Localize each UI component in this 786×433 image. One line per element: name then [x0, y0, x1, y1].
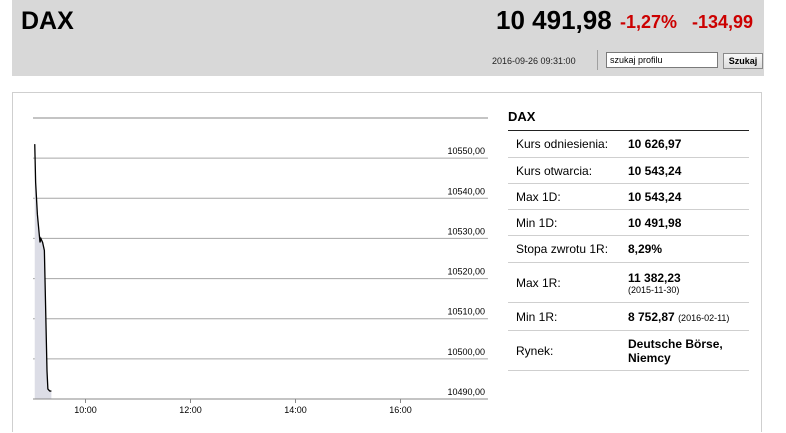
current-price: 10 491,98 — [496, 5, 612, 35]
info-value: 10 491,98 — [628, 209, 749, 236]
header-divider — [597, 50, 598, 70]
info-label: Rynek: — [508, 330, 628, 371]
y-tick-label: 10540,00 — [447, 186, 485, 196]
info-value: Deutsche Börse, — [628, 336, 723, 351]
price-area — [34, 144, 52, 399]
info-label: Stopa zwrotu 1R: — [508, 235, 628, 263]
info-value-cell: Deutsche Börse, Niemcy — [628, 330, 749, 371]
info-value-cell: 8 752,87 (2016-02-11) — [628, 302, 749, 331]
info-row-market: Rynek: Deutsche Börse, Niemcy — [508, 330, 749, 371]
info-value: 10 626,97 — [628, 130, 749, 158]
info-title: DAX — [508, 109, 536, 124]
x-tick-label: 10:00 — [74, 405, 97, 415]
info-value-line2: Niemcy — [628, 350, 671, 365]
info-label: Max 1D: — [508, 183, 628, 210]
change-percent: -1,27% — [620, 12, 678, 32]
info-row-min-1d: Min 1D: 10 491,98 — [508, 209, 749, 236]
info-label: Min 1D: — [508, 209, 628, 236]
x-tick-label: 14:00 — [284, 405, 307, 415]
quote-timestamp: 2016-09-26 09:31:00 — [492, 56, 576, 66]
info-row-min-1r: Min 1R: 8 752,87 (2016-02-11) — [508, 302, 749, 331]
info-value: 8,29% — [628, 235, 749, 263]
y-tick-label: 10510,00 — [447, 307, 485, 317]
info-label: Min 1R: — [508, 302, 628, 331]
info-value: 8 752,87 — [628, 309, 675, 324]
y-tick-label: 10520,00 — [447, 267, 485, 277]
y-tick-label: 10530,00 — [447, 226, 485, 236]
info-row-open: Kurs otwarcia: 10 543,24 — [508, 157, 749, 184]
profile-search-input[interactable] — [606, 52, 718, 68]
info-value: 11 382,23 — [628, 270, 681, 285]
y-tick-label: 10490,00 — [447, 387, 485, 397]
y-tick-label: 10550,00 — [447, 146, 485, 156]
info-label: Max 1R: — [508, 262, 628, 303]
info-row-max-1r: Max 1R: 11 382,23 (2015-11-30) — [508, 262, 749, 303]
info-row-reference: Kurs odniesienia: 10 626,97 — [508, 130, 749, 158]
info-value-cell: 11 382,23 (2015-11-30) — [628, 262, 749, 303]
quote-header: DAX 10 491,98 -1,27% -134,99 2016-09-26 … — [12, 0, 764, 76]
info-label: Kurs otwarcia: — [508, 157, 628, 184]
info-label: Kurs odniesienia: — [508, 130, 628, 158]
info-value: 10 543,24 — [628, 183, 749, 210]
info-row-return-1r: Stopa zwrotu 1R: 8,29% — [508, 235, 749, 263]
search-button[interactable]: Szukaj — [723, 53, 763, 69]
info-row-max-1d: Max 1D: 10 543,24 — [508, 183, 749, 210]
x-tick-label: 16:00 — [389, 405, 412, 415]
y-tick-label: 10500,00 — [447, 347, 485, 357]
change-absolute: -134,99 — [692, 12, 754, 32]
intraday-chart: 10550,00 10540,00 10530,00 10520,00 10510,00… — [33, 117, 488, 415]
info-table: Kurs odniesienia: 10 626,97 Kurs otwarci… — [508, 130, 749, 371]
x-tick-label: 12:00 — [179, 405, 202, 415]
index-name: DAX — [21, 7, 74, 35]
info-date: (2015-11-30) — [628, 284, 680, 295]
info-value: 10 543,24 — [628, 157, 749, 184]
info-date: (2016-02-11) — [678, 312, 730, 323]
